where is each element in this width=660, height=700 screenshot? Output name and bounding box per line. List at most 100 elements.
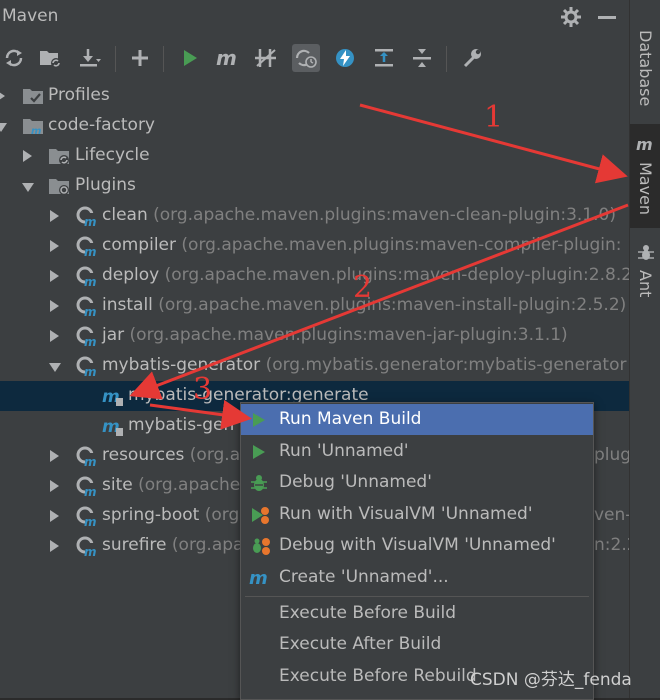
- tree-node-plugin[interactable]: m clean (org.apache.maven.plugins:maven-…: [0, 201, 629, 231]
- svg-text:m: m: [84, 515, 97, 528]
- svg-text:m: m: [84, 485, 97, 498]
- toggle-offline-icon[interactable]: [252, 44, 280, 72]
- collapse-all-icon[interactable]: [408, 44, 436, 72]
- menu-item-label: Execute Before Build: [279, 603, 457, 623]
- menu-item-debug-visualvm[interactable]: Debug with VisualVM 'Unnamed': [241, 530, 593, 561]
- tab-ant[interactable]: Ant: [630, 232, 660, 312]
- tree-node-plugin[interactable]: m jar (org.apache.maven.plugins:maven-ja…: [0, 321, 629, 351]
- tree-node-label: code-factory: [48, 115, 155, 135]
- menu-separator: [245, 596, 589, 597]
- svg-text:m: m: [84, 365, 97, 378]
- tab-label: Maven: [636, 162, 655, 216]
- plugin-name: jar: [102, 325, 125, 345]
- menu-item-label: Run 'Unnamed': [279, 441, 409, 461]
- chevron-right-icon[interactable]: [23, 150, 32, 162]
- chevron-right-icon[interactable]: [50, 330, 59, 342]
- plugin-coordinates: (org.apache.maven.plugins:maven-jar-plug…: [129, 325, 568, 345]
- tree-node-label: Lifecycle: [75, 145, 150, 165]
- tree-node-plugin-expanded[interactable]: m mybatis-generator (org.mybatis.generat…: [0, 351, 629, 381]
- maven-plugin-icon: m: [75, 206, 97, 229]
- plus-icon[interactable]: [126, 44, 154, 72]
- plugin-name: spring-boot: [102, 505, 200, 525]
- menu-item-run-visualvm[interactable]: Run with VisualVM 'Unnamed': [241, 499, 593, 530]
- chevron-right-icon[interactable]: [50, 240, 59, 252]
- plugin-name: surefire: [102, 535, 167, 555]
- toolbar-separator: [446, 46, 447, 72]
- reload-icon[interactable]: [0, 44, 28, 72]
- menu-item-label: Create 'Unnamed'...: [279, 567, 449, 587]
- maven-plugin-icon: m: [75, 446, 97, 469]
- run-maven-build-icon: [249, 410, 269, 430]
- chevron-right-icon[interactable]: [50, 540, 59, 552]
- tree-node-plugin[interactable]: m compiler (org.apache.maven.plugins:mav…: [0, 231, 629, 261]
- menu-item-label: Execute Before Rebuild: [279, 666, 477, 686]
- plugin-coordinates: (org.apa: [171, 535, 244, 555]
- plugin-name: compiler: [102, 235, 176, 255]
- tree-node-plugin[interactable]: m deploy (org.apache.maven.plugins:maven…: [0, 261, 629, 291]
- chevron-right-icon[interactable]: [50, 210, 59, 222]
- menu-item-run-maven-build[interactable]: Run Maven Build: [241, 404, 593, 435]
- plugin-coordinates: (org.apache.maven.plugins:maven-compiler…: [181, 235, 622, 255]
- menu-item-execute-after-build[interactable]: Execute After Build: [241, 629, 593, 660]
- tree-node-plugin[interactable]: m install (org.apache.maven.plugins:mave…: [0, 291, 629, 321]
- lifecycle-folder-icon: [48, 146, 70, 166]
- chevron-down-icon[interactable]: [49, 363, 61, 372]
- settings-wrench-icon[interactable]: [458, 44, 486, 72]
- svg-text:m: m: [84, 305, 97, 318]
- plugin-coordinates: (org.apache.maven.plugins:maven-deploy-p…: [164, 265, 629, 285]
- plugin-name: install: [102, 295, 153, 315]
- chevron-down-icon[interactable]: [22, 183, 34, 192]
- plugin-coordinates-tail: plugin: [594, 445, 629, 465]
- tree-node-project[interactable]: m code-factory: [0, 111, 629, 141]
- toolbar-separator: [163, 46, 164, 72]
- menu-item-run-unnamed[interactable]: Run 'Unnamed': [241, 436, 593, 467]
- show-dependencies-icon[interactable]: [331, 44, 359, 72]
- add-maven-project-icon[interactable]: [36, 44, 64, 72]
- tree-node-lifecycle[interactable]: Lifecycle: [0, 141, 629, 171]
- svg-text:m: m: [84, 215, 97, 228]
- chevron-right-icon[interactable]: [50, 450, 59, 462]
- minimize-icon[interactable]: [598, 16, 616, 19]
- menu-item-create-unnamed[interactable]: m Create 'Unnamed'...: [241, 562, 593, 593]
- menu-item-debug-unnamed[interactable]: Debug 'Unnamed': [241, 467, 593, 498]
- download-icon[interactable]: [76, 44, 104, 72]
- chevron-right-icon[interactable]: [50, 480, 59, 492]
- chevron-right-icon[interactable]: [50, 300, 59, 312]
- run-icon[interactable]: [176, 44, 204, 72]
- chevron-right-icon[interactable]: [50, 270, 59, 282]
- tree-node-plugins[interactable]: Plugins: [0, 171, 629, 201]
- tree-node-label: mybatis-gen: [128, 415, 235, 435]
- plugin-coordinates-tail: n:2.2: [594, 535, 629, 555]
- svg-text:m: m: [636, 136, 653, 154]
- tree-node-profiles[interactable]: Profiles: [0, 81, 629, 111]
- maven-plugin-icon: m: [75, 236, 97, 259]
- run-icon: [249, 442, 269, 462]
- plugin-name: mybatis-generator: [102, 355, 261, 375]
- menu-item-execute-before-build[interactable]: Execute Before Build: [241, 598, 593, 629]
- gear-icon[interactable]: [560, 6, 582, 33]
- maven-goal-icon: m: [102, 416, 124, 437]
- maven-plugin-icon: m: [75, 356, 97, 379]
- svg-text:m: m: [84, 335, 97, 348]
- maven-plugin-icon: m: [75, 506, 97, 529]
- plugin-coordinates: (org.mybatis.generator:mybatis-generator: [265, 355, 627, 375]
- annotation-number-1: 1: [484, 100, 504, 135]
- svg-text:m: m: [84, 275, 97, 288]
- maven-toolbar: m: [0, 40, 629, 76]
- chevron-right-icon[interactable]: [0, 90, 5, 102]
- maven-plugin-icon: m: [75, 326, 97, 349]
- tab-maven[interactable]: m Maven: [630, 124, 660, 228]
- tree-node-label: Plugins: [75, 175, 136, 195]
- execute-goal-icon[interactable]: m: [214, 44, 242, 72]
- maven-plugin-icon: m: [75, 296, 97, 319]
- maven-plugin-icon: m: [75, 536, 97, 559]
- maven-plugin-icon: m: [75, 476, 97, 499]
- skip-tests-icon[interactable]: [292, 44, 320, 72]
- chevron-down-icon[interactable]: [0, 123, 7, 132]
- expand-all-icon[interactable]: [370, 44, 398, 72]
- visualvm-debug-icon: [249, 536, 270, 556]
- context-menu: Run Maven Build Run 'Unnamed' Debug 'Unn…: [240, 402, 594, 700]
- chevron-right-icon[interactable]: [50, 510, 59, 522]
- tab-database[interactable]: Database: [630, 0, 660, 122]
- maven-goal-icon: m: [102, 386, 124, 407]
